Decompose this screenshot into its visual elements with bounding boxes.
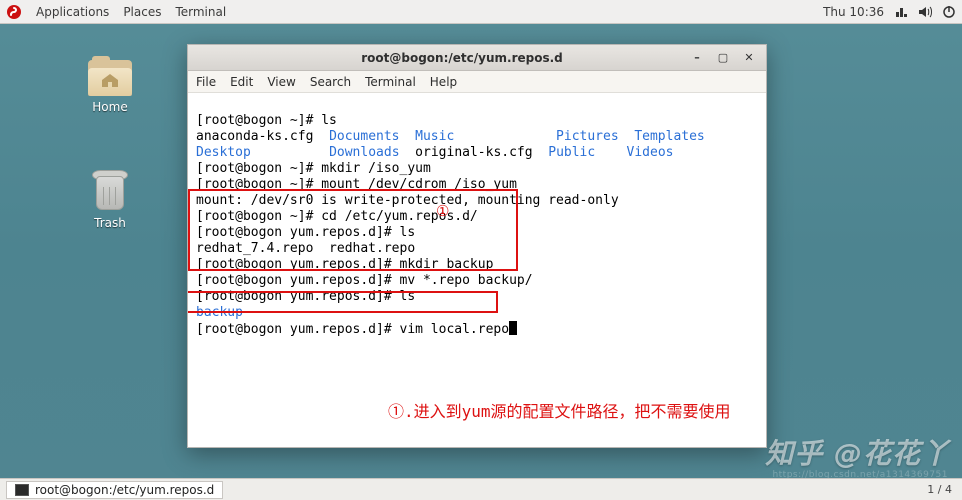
- term-line: redhat_7.4.repo redhat.repo: [196, 241, 415, 256]
- term-line: [root@bogon ~]# mkdir /iso_yum: [196, 161, 431, 176]
- term-line: [root@bogon yum.repos.d]# mv *.repo back…: [196, 273, 533, 288]
- terminal-icon: [15, 484, 29, 496]
- gnome-top-panel: Applications Places Terminal Thu 10:36: [0, 0, 962, 24]
- terminal-menubar: File Edit View Search Terminal Help: [188, 71, 766, 93]
- menu-search[interactable]: Search: [310, 75, 351, 89]
- terminal-output[interactable]: [root@bogon ~]# ls anaconda-ks.cfg Docum…: [188, 93, 766, 447]
- bottom-taskbar: root@bogon:/etc/yum.repos.d 1 / 4: [0, 478, 962, 500]
- menu-applications[interactable]: Applications: [36, 5, 109, 19]
- home-folder-icon[interactable]: Home: [70, 56, 150, 114]
- fedora-icon: [6, 4, 22, 20]
- window-maximize-button[interactable]: ▢: [714, 50, 732, 66]
- menu-edit[interactable]: Edit: [230, 75, 253, 89]
- trash-label: Trash: [94, 216, 126, 230]
- annotation-text: ①.进入到yum源的配置文件路径，把不需要使用 的yum配置文件存放到一个新建的…: [388, 357, 748, 447]
- network-icon[interactable]: [894, 5, 908, 19]
- annotation-marker-1: ①: [436, 203, 449, 219]
- terminal-window: root@bogon:/etc/yum.repos.d – ▢ ✕ File E…: [187, 44, 767, 448]
- menu-terminal[interactable]: Terminal: [175, 5, 226, 19]
- menu-view[interactable]: View: [267, 75, 295, 89]
- home-label: Home: [92, 100, 127, 114]
- term-line: mount: /dev/sr0 is write-protected, moun…: [196, 193, 619, 208]
- term-line: Desktop Downloads original-ks.cfg Public…: [196, 145, 673, 160]
- terminal-cursor: [509, 321, 517, 335]
- volume-icon[interactable]: [918, 5, 932, 19]
- term-line: [root@bogon yum.repos.d]# vim local.repo: [196, 322, 517, 337]
- window-close-button[interactable]: ✕: [740, 50, 758, 66]
- term-line: [root@bogon ~]# ls: [196, 113, 337, 128]
- window-titlebar[interactable]: root@bogon:/etc/yum.repos.d – ▢ ✕: [188, 45, 766, 71]
- taskbar-terminal-entry[interactable]: root@bogon:/etc/yum.repos.d: [6, 481, 223, 499]
- term-line: backup: [196, 305, 243, 320]
- watermark-text: 知乎 @花花丫: [765, 432, 950, 472]
- menu-terminal-menu[interactable]: Terminal: [365, 75, 416, 89]
- window-minimize-button[interactable]: –: [688, 50, 706, 66]
- power-icon[interactable]: [942, 5, 956, 19]
- term-line: [root@bogon yum.repos.d]# mkdir backup: [196, 257, 493, 272]
- menu-places[interactable]: Places: [123, 5, 161, 19]
- workspace-pager[interactable]: 1 / 4: [923, 483, 956, 496]
- trash-icon[interactable]: Trash: [70, 168, 150, 230]
- menu-help[interactable]: Help: [430, 75, 457, 89]
- term-line: anaconda-ks.cfg Documents Music Pictures…: [196, 129, 705, 144]
- term-line: [root@bogon ~]# mount /dev/cdrom /iso_yu…: [196, 177, 517, 192]
- menu-file[interactable]: File: [196, 75, 216, 89]
- taskbar-entry-label: root@bogon:/etc/yum.repos.d: [35, 483, 214, 497]
- clock[interactable]: Thu 10:36: [823, 5, 884, 19]
- window-title: root@bogon:/etc/yum.repos.d: [244, 51, 680, 65]
- term-line: [root@bogon yum.repos.d]# ls: [196, 289, 415, 304]
- term-line: [root@bogon yum.repos.d]# ls: [196, 225, 415, 240]
